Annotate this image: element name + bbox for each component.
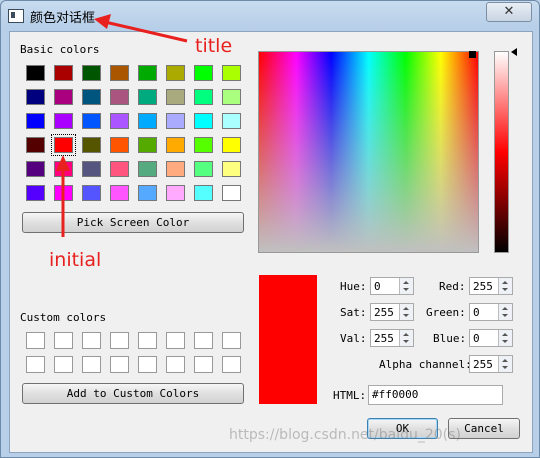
watermark: https://blog.csdn.net/baidu_20(s) <box>229 427 461 443</box>
title-arrow-icon <box>94 14 188 43</box>
initial-annotation: initial <box>49 249 102 271</box>
color-dialog-window: 颜色对话框 ✕ Basic colors Pick Screen Color C… <box>0 0 540 458</box>
initial-arrow-icon <box>56 155 70 237</box>
annotation-overlay <box>56 14 188 237</box>
title-annotation: title <box>195 35 233 57</box>
